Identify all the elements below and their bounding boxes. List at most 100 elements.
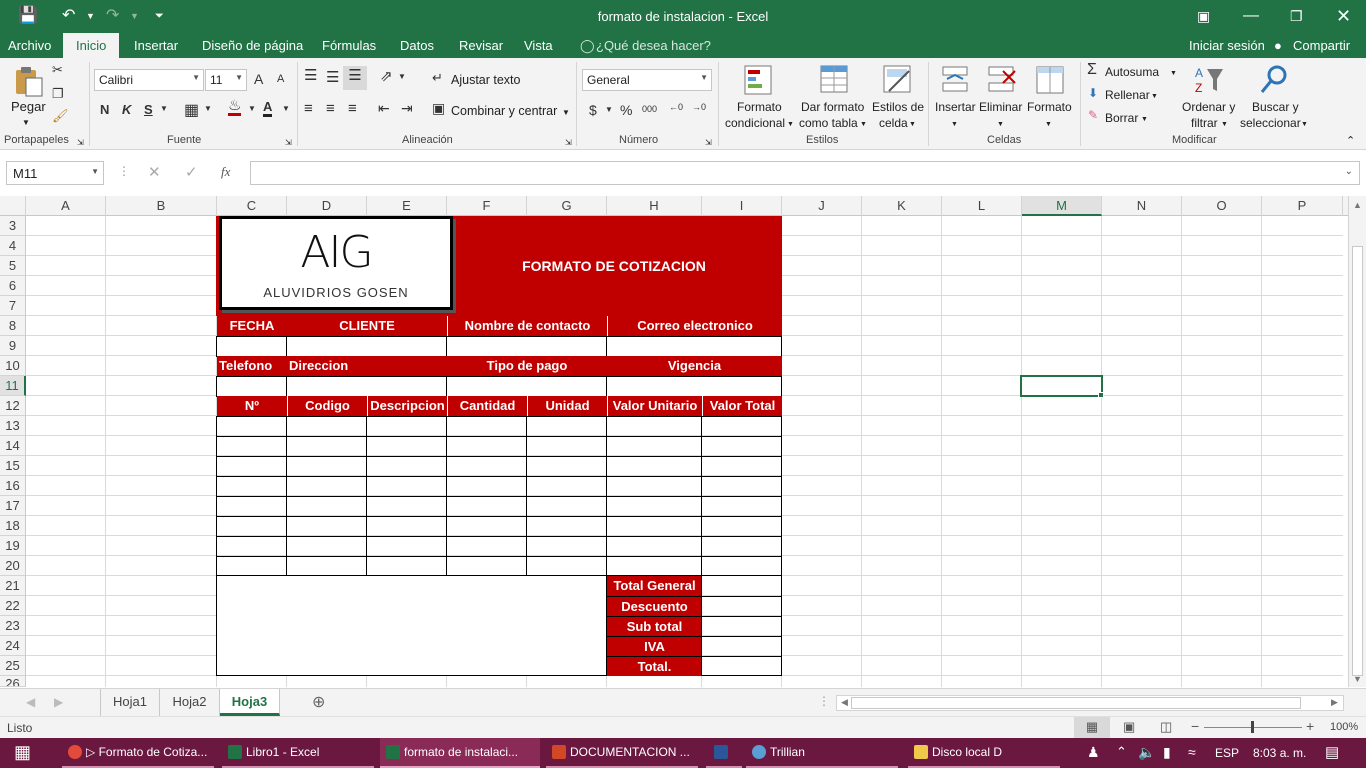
row-header[interactable]: 19 (0, 536, 26, 556)
minimize-icon[interactable]: — (1243, 6, 1259, 26)
task-view-icon[interactable]: ▦ (14, 742, 31, 763)
currency-dropdown-icon[interactable]: ▼ (605, 105, 613, 114)
row-header[interactable]: 6 (0, 276, 26, 296)
format-cells-icon[interactable] (1033, 63, 1067, 95)
fill-button[interactable]: Rellenar (1105, 88, 1150, 102)
sort-dropdown-icon[interactable]: ▼ (1221, 118, 1228, 132)
share-button[interactable]: Compartir (1293, 38, 1350, 53)
format-painter-icon[interactable]: 🖌 (52, 108, 69, 124)
zoom-level[interactable]: 100% (1330, 721, 1358, 733)
row-header[interactable]: 25 (0, 656, 26, 676)
tab-archivo[interactable]: Archivo (8, 38, 51, 53)
column-header[interactable]: L (942, 196, 1022, 216)
font-color-button[interactable]: A (263, 100, 273, 117)
font-size-combo[interactable]: 11 ▼ (205, 69, 247, 91)
row-header[interactable]: 8 (0, 316, 26, 336)
wifi-icon[interactable]: ≈ (1188, 744, 1196, 760)
row-header[interactable]: 26 (0, 676, 26, 687)
tab-insertar[interactable]: Insertar (134, 38, 178, 53)
format-dropdown-icon[interactable]: ▼ (1045, 118, 1052, 132)
column-header[interactable]: A (26, 196, 106, 216)
close-icon[interactable]: ✕ (1336, 6, 1351, 26)
cell-styles-line1[interactable]: Estilos de (872, 100, 924, 114)
fill-down-icon[interactable]: ⬇ (1088, 86, 1098, 100)
increase-decimal-button[interactable]: ←0 (669, 102, 687, 112)
find-dropdown-icon[interactable]: ▼ (1301, 118, 1308, 132)
sheet-tab-hoja1[interactable]: Hoja1 (100, 689, 160, 716)
conditional-format-icon[interactable] (742, 63, 776, 95)
taskbar-item-powerpoint[interactable]: DOCUMENTACION ... (546, 738, 698, 768)
split-handle-icon[interactable]: ⋮ (818, 694, 830, 708)
taskbar-item-explorer[interactable]: Disco local D (908, 738, 1060, 768)
font-name-combo[interactable]: Calibri ▼ (94, 69, 204, 91)
paste-label[interactable]: Pegar (11, 100, 46, 114)
tab-diseno-pagina[interactable]: Diseño de página (202, 38, 303, 53)
align-bottom-icon[interactable]: ☰ (343, 66, 367, 90)
vertical-scrollbar[interactable]: ▼ (1348, 216, 1366, 687)
delete-cells-label[interactable]: Eliminar (979, 100, 1022, 114)
increase-indent-icon[interactable]: ⇥ (401, 100, 413, 117)
borders-dropdown-icon[interactable]: ▼ (204, 104, 212, 113)
paste-icon[interactable] (12, 64, 46, 97)
find-select-icon[interactable] (1257, 63, 1291, 95)
volume-icon[interactable]: 🔈 (1138, 744, 1155, 761)
totals-values[interactable] (701, 575, 782, 676)
align-right-icon[interactable]: ≡ (348, 100, 357, 117)
column-header[interactable]: N (1102, 196, 1182, 216)
normal-view-icon[interactable]: ▦ (1074, 717, 1110, 738)
alignment-launcher-icon[interactable]: ⇲ (565, 136, 572, 150)
autosum-dropdown-icon[interactable]: ▼ (1170, 67, 1177, 81)
conditional-dropdown-icon[interactable]: ▼ (787, 118, 794, 132)
sheet-tab-hoja2[interactable]: Hoja2 (160, 689, 220, 716)
scroll-up-icon[interactable]: ▲ (1348, 196, 1366, 216)
row-header[interactable]: 20 (0, 556, 26, 576)
tab-datos[interactable]: Datos (400, 38, 434, 53)
align-top-icon[interactable]: ☰ (304, 66, 317, 84)
paste-dropdown-icon[interactable]: ▼ (22, 116, 30, 130)
active-cell-cursor[interactable] (1020, 375, 1103, 397)
cell-styles-icon[interactable] (881, 63, 915, 95)
copy-icon[interactable]: ❐ (52, 86, 64, 102)
tab-vista[interactable]: Vista (524, 38, 553, 53)
align-middle-icon[interactable]: ☰ (326, 68, 339, 86)
next-sheet-icon[interactable]: ▶ (54, 695, 63, 709)
column-header[interactable]: P (1262, 196, 1343, 216)
row-header[interactable]: 22 (0, 596, 26, 616)
input-language[interactable]: ESP (1215, 746, 1239, 760)
format-as-table-line1[interactable]: Dar formato (801, 100, 864, 114)
sheet-tab-hoja3[interactable]: Hoja3 (220, 689, 280, 716)
taskbar-item-formato[interactable]: formato de instalaci... (380, 738, 540, 768)
row-header[interactable]: 4 (0, 236, 26, 256)
row-header[interactable]: 18 (0, 516, 26, 536)
italic-button[interactable]: K (122, 102, 131, 117)
row-header[interactable]: 10 (0, 356, 26, 376)
scroll-down-icon[interactable]: ▼ (1353, 674, 1362, 684)
find-select-line2[interactable]: seleccionar (1240, 116, 1301, 130)
merge-center-icon[interactable]: ▣ (432, 100, 445, 117)
page-break-icon[interactable]: ◫ (1160, 719, 1172, 735)
sort-filter-line2[interactable]: filtrar (1191, 116, 1218, 130)
ribbon-options-icon[interactable]: ▣ (1197, 6, 1210, 26)
borders-icon[interactable]: ▦ (184, 100, 199, 120)
format-cells-label[interactable]: Formato (1027, 100, 1072, 114)
scroll-right-icon[interactable]: ▶ (1331, 697, 1338, 708)
row-header[interactable]: 16 (0, 476, 26, 496)
select-all-corner[interactable] (0, 196, 26, 216)
column-header[interactable]: D (287, 196, 367, 216)
format-as-table-icon[interactable] (818, 63, 852, 95)
prev-sheet-icon[interactable]: ◀ (26, 695, 35, 709)
row-header-selected[interactable]: 11 (0, 376, 26, 396)
show-hidden-icons[interactable]: ⌃ (1116, 744, 1127, 760)
page-layout-icon[interactable]: ▣ (1123, 719, 1135, 735)
fill-color-icon[interactable]: ♨ (228, 98, 242, 116)
tab-formulas[interactable]: Fórmulas (322, 38, 376, 53)
number-format-combo[interactable]: General ▼ (582, 69, 712, 91)
row-header[interactable]: 21 (0, 576, 26, 596)
tell-me-search[interactable]: ¿Qué desea hacer? (596, 38, 711, 53)
conditional-format-line2[interactable]: condicional (725, 116, 785, 130)
collapse-ribbon-icon[interactable]: ⌃ (1346, 134, 1355, 148)
clock[interactable]: 8:03 a. m. (1253, 746, 1306, 760)
clear-button[interactable]: Borrar (1105, 111, 1138, 125)
row-header[interactable]: 23 (0, 616, 26, 636)
row-header[interactable]: 24 (0, 636, 26, 656)
